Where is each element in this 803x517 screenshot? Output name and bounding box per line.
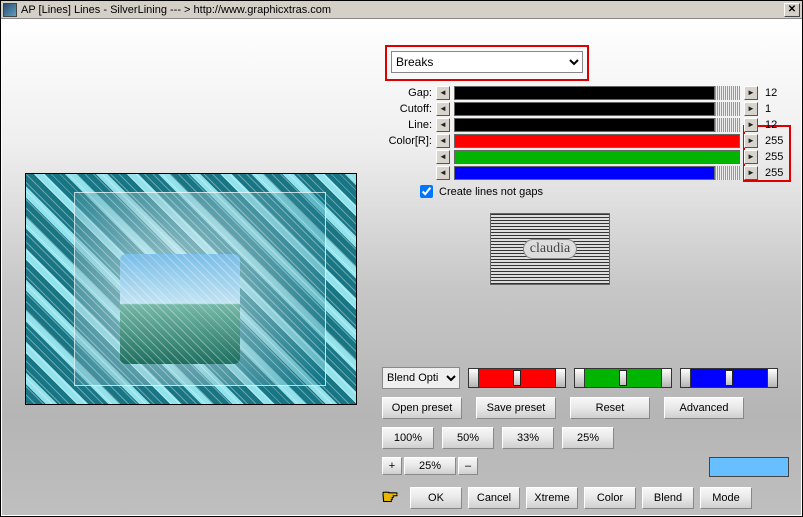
slider-color-b-inc[interactable]: ► <box>744 166 758 180</box>
slider-color-b-track[interactable] <box>454 166 740 180</box>
zoom-50-button[interactable]: 50% <box>442 427 494 449</box>
window-title: AP [Lines] Lines - SilverLining --- > ht… <box>21 4 784 16</box>
slider-gap-track[interactable] <box>454 86 740 100</box>
slider-cutoff-fill <box>454 102 740 116</box>
slider-color-r: Color[R]: ◄ ► 255 <box>382 133 788 149</box>
create-lines-label: Create lines not gaps <box>439 186 543 198</box>
zoom-25-button[interactable]: 25% <box>562 427 614 449</box>
blend-options-dropdown[interactable]: Blend Opti <box>382 367 460 389</box>
big-slider-g[interactable] <box>574 368 672 388</box>
slider-color-g-fill <box>454 150 740 164</box>
slider-hatched-icon <box>714 166 740 180</box>
open-preset-button[interactable]: Open preset <box>382 397 462 419</box>
zoom-plus-button[interactable]: + <box>382 457 402 475</box>
slider-thumb-icon[interactable] <box>725 370 733 386</box>
slider-hatched-icon <box>714 102 740 116</box>
ok-button[interactable]: OK <box>410 487 462 509</box>
slider-color-g: ◄ ► 255 <box>382 149 788 165</box>
save-preset-button[interactable]: Save preset <box>476 397 556 419</box>
create-lines-checkbox-row: Create lines not gaps <box>420 185 543 198</box>
slider-gap-inc[interactable]: ► <box>744 86 758 100</box>
slider-cap-right-icon <box>555 369 565 387</box>
dialog-buttons-row: OK Cancel Xtreme Color Blend Mode <box>410 487 752 509</box>
slider-cutoff: Cutoff: ◄ ► 1 <box>382 101 788 117</box>
slider-line-dec[interactable]: ◄ <box>436 118 450 132</box>
slider-cap-right-icon <box>767 369 777 387</box>
slider-color-b-dec[interactable]: ◄ <box>436 166 450 180</box>
blend-and-rgb-row: Blend Opti <box>382 367 791 389</box>
slider-cutoff-value: 1 <box>762 103 788 115</box>
slider-cutoff-inc[interactable]: ► <box>744 102 758 116</box>
slider-color-g-value: 255 <box>762 151 788 163</box>
slider-line-inc[interactable]: ► <box>744 118 758 132</box>
zoom-minus-button[interactable]: – <box>458 457 478 475</box>
slider-cap-left-icon <box>575 369 585 387</box>
create-lines-checkbox[interactable] <box>420 185 433 198</box>
client-area: Breaks Gap: ◄ ► 12 Cutoff: <box>2 19 801 515</box>
zoom-stepper-row: + 25% – <box>382 457 478 475</box>
slider-cap-right-icon <box>661 369 671 387</box>
watermark-text: claudia <box>523 239 577 259</box>
slider-color-b: ◄ ► 255 <box>382 165 788 181</box>
close-button[interactable]: ✕ <box>784 3 800 17</box>
slider-line-track[interactable] <box>454 118 740 132</box>
zoom-100-button[interactable]: 100% <box>382 427 434 449</box>
slider-cutoff-dec[interactable]: ◄ <box>436 102 450 116</box>
color-swatch[interactable] <box>709 457 789 477</box>
zoom-33-button[interactable]: 33% <box>502 427 554 449</box>
app-icon <box>3 3 17 17</box>
slider-hatched-icon <box>714 118 740 132</box>
slider-color-r-fill <box>454 134 740 148</box>
slider-gap-value: 12 <box>762 87 788 99</box>
slider-cutoff-label: Cutoff: <box>382 103 432 115</box>
slider-rows: Gap: ◄ ► 12 Cutoff: ◄ <box>382 85 788 181</box>
mode-dropdown[interactable]: Breaks <box>391 51 583 73</box>
cancel-button[interactable]: Cancel <box>468 487 520 509</box>
slider-hatched-icon <box>714 86 740 100</box>
preset-buttons-row: Open preset Save preset Reset Advanced <box>382 397 744 419</box>
titlebar: AP [Lines] Lines - SilverLining --- > ht… <box>1 1 802 19</box>
slider-color-r-value: 255 <box>762 135 788 147</box>
plugin-dialog: AP [Lines] Lines - SilverLining --- > ht… <box>0 0 803 517</box>
slider-color-r-dec[interactable]: ◄ <box>436 134 450 148</box>
color-button[interactable]: Color <box>584 487 636 509</box>
slider-cap-left-icon <box>681 369 691 387</box>
mode-button[interactable]: Mode <box>700 487 752 509</box>
big-slider-b[interactable] <box>680 368 778 388</box>
mode-dropdown-wrap: Breaks <box>391 51 583 73</box>
big-slider-r[interactable] <box>468 368 566 388</box>
slider-color-g-dec[interactable]: ◄ <box>436 150 450 164</box>
zoom-buttons-row: 100% 50% 33% 25% <box>382 427 614 449</box>
slider-gap-fill <box>454 86 740 100</box>
slider-cutoff-track[interactable] <box>454 102 740 116</box>
slider-color-g-inc[interactable]: ► <box>744 150 758 164</box>
reset-button[interactable]: Reset <box>570 397 650 419</box>
zoom-current-button[interactable]: 25% <box>404 457 456 475</box>
slider-line-label: Line: <box>382 119 432 131</box>
preview-image <box>25 173 357 405</box>
xtreme-button[interactable]: Xtreme <box>526 487 578 509</box>
blend-button[interactable]: Blend <box>642 487 694 509</box>
watermark-logo: claudia <box>490 213 610 285</box>
slider-line-fill <box>454 118 740 132</box>
slider-line-value: 12 <box>762 119 788 131</box>
advanced-button[interactable]: Advanced <box>664 397 744 419</box>
slider-thumb-icon[interactable] <box>619 370 627 386</box>
slider-cap-left-icon <box>469 369 479 387</box>
slider-gap-dec[interactable]: ◄ <box>436 86 450 100</box>
slider-color-r-inc[interactable]: ► <box>744 134 758 148</box>
slider-color-g-track[interactable] <box>454 150 740 164</box>
slider-color-r-track[interactable] <box>454 134 740 148</box>
slider-line: Line: ◄ ► 12 <box>382 117 788 133</box>
slider-color-r-label: Color[R]: <box>382 135 432 147</box>
slider-color-b-value: 255 <box>762 167 788 179</box>
slider-gap: Gap: ◄ ► 12 <box>382 85 788 101</box>
slider-thumb-icon[interactable] <box>513 370 521 386</box>
pointing-hand-icon: ☛ <box>382 487 398 507</box>
slider-color-b-fill <box>454 166 740 180</box>
slider-gap-label: Gap: <box>382 87 432 99</box>
preview-hatch-overlay <box>26 174 356 404</box>
